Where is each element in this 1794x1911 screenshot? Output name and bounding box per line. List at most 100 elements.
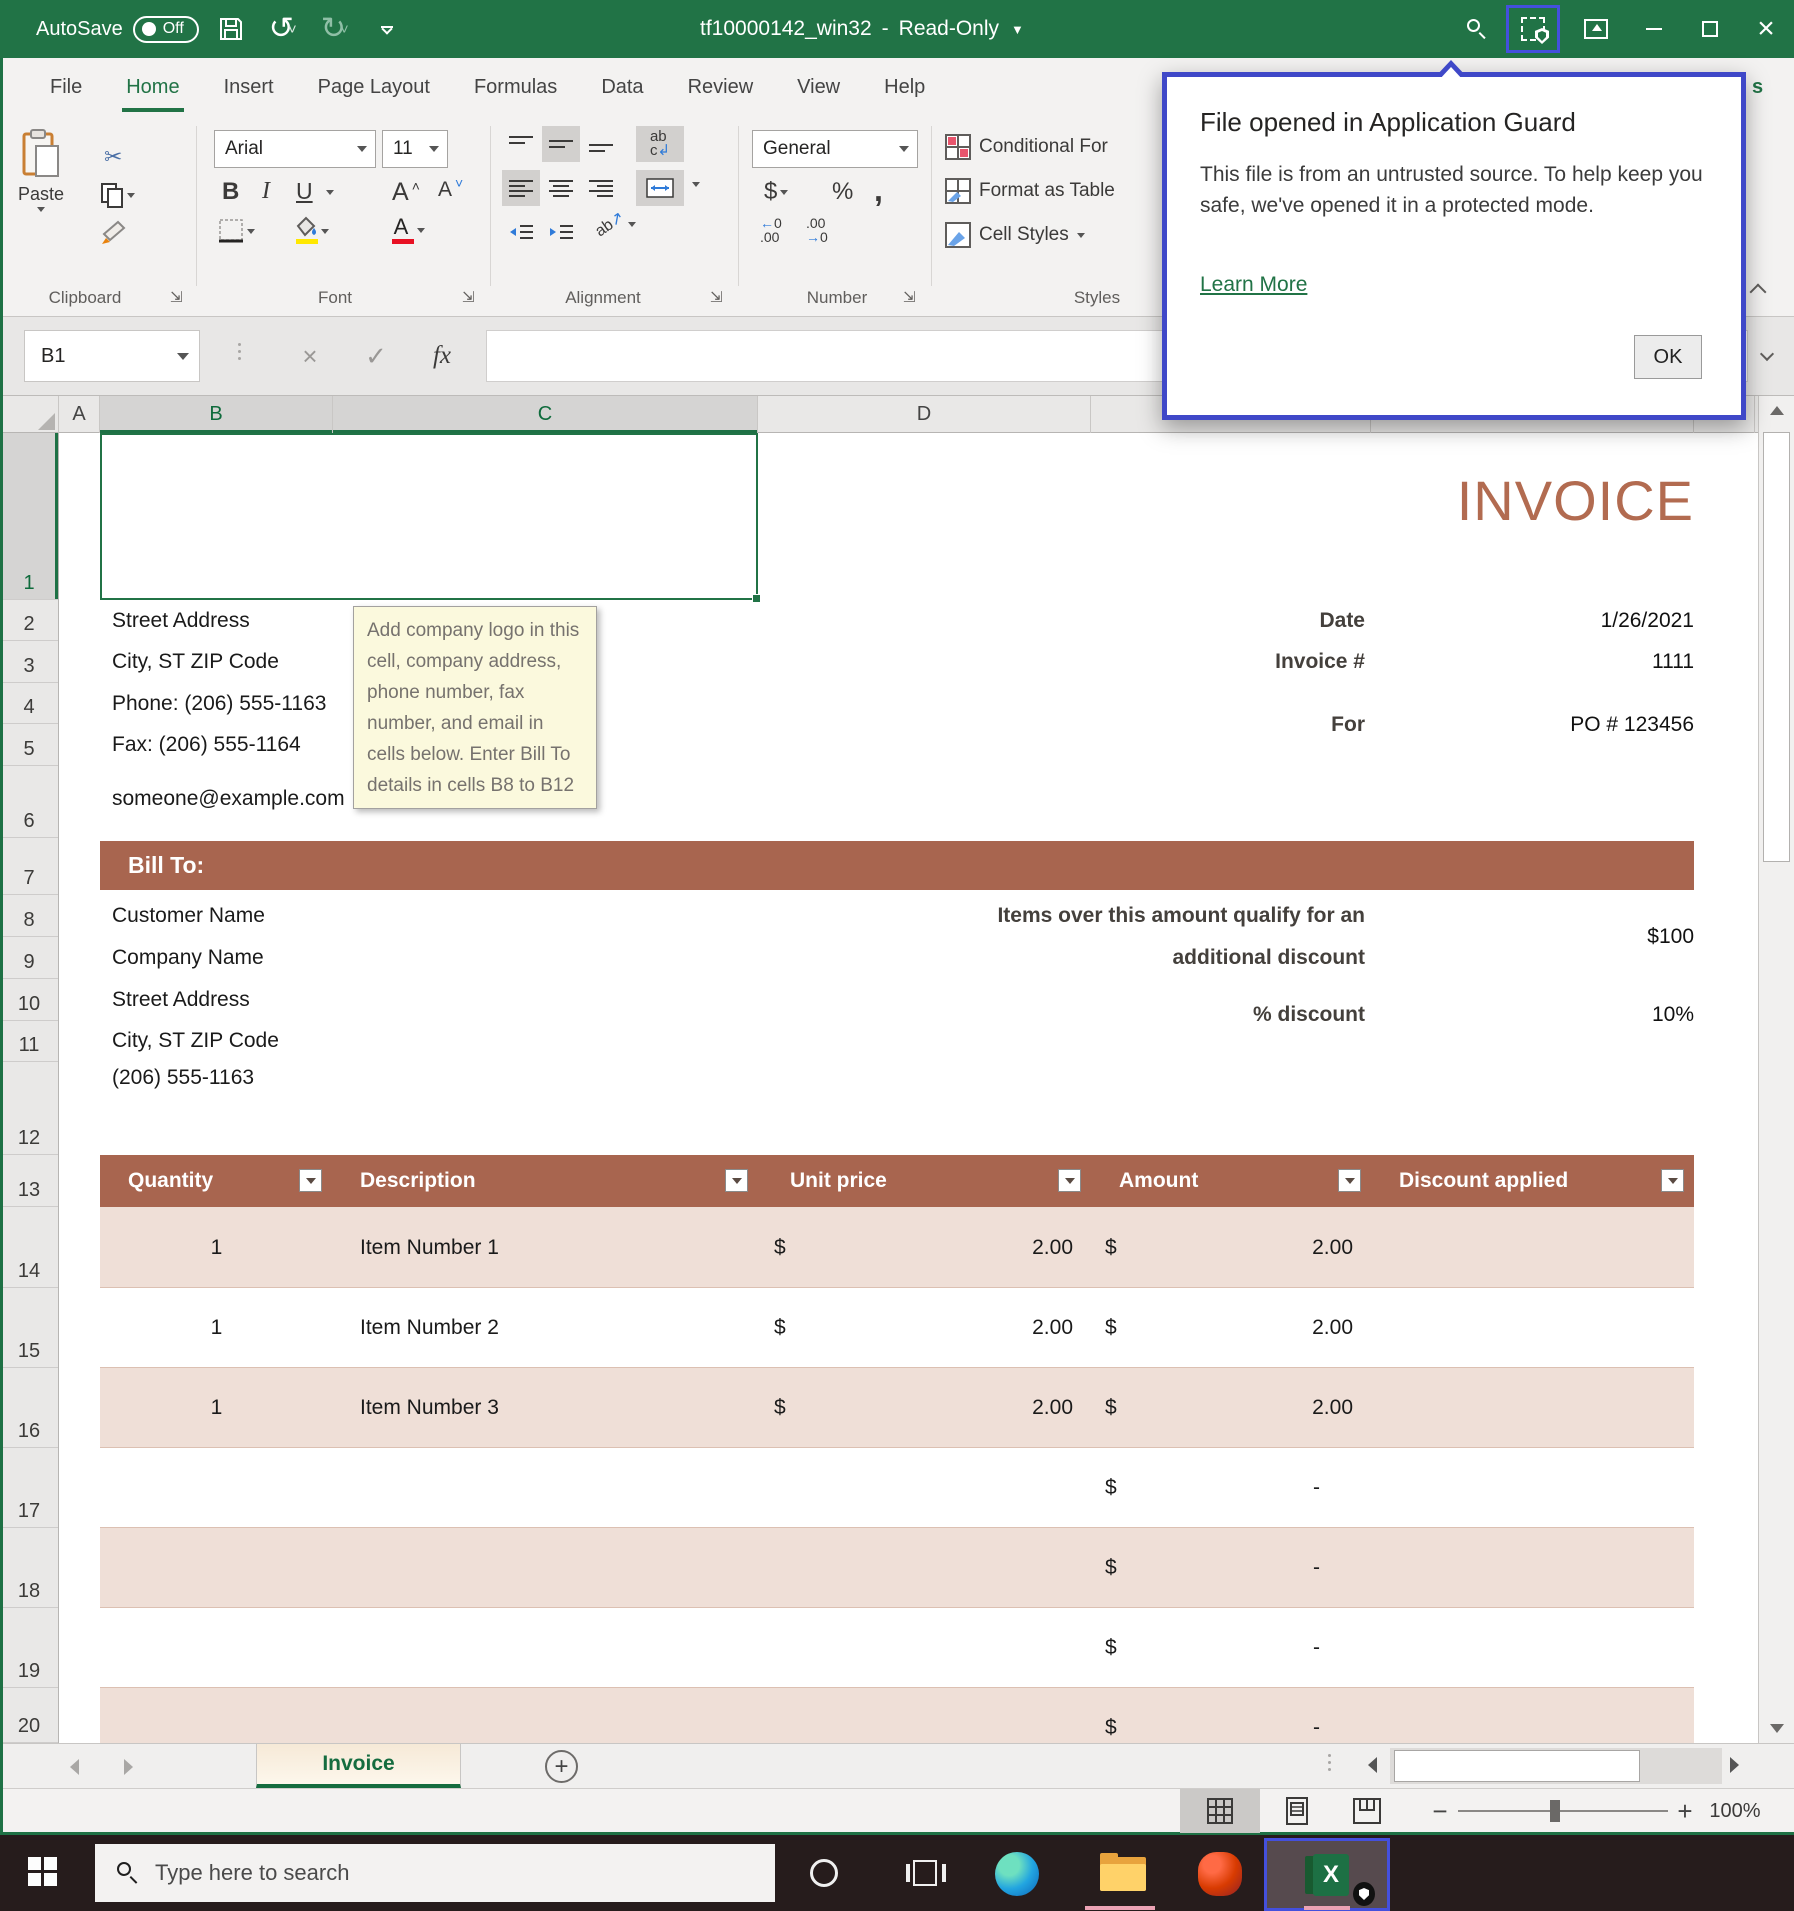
zoom-slider-thumb[interactable] bbox=[1550, 1800, 1560, 1822]
redo-button[interactable]: ↻ ˅ bbox=[315, 9, 355, 49]
application-guard-indicator[interactable] bbox=[1506, 5, 1560, 53]
cell-amount[interactable]: - bbox=[1100, 1688, 1320, 1743]
horizontal-scroll-thumb[interactable] bbox=[1394, 1750, 1640, 1782]
zoom-in-button[interactable]: + bbox=[1670, 1789, 1700, 1833]
align-middle-button[interactable] bbox=[542, 126, 580, 162]
tab-file[interactable]: File bbox=[28, 58, 104, 116]
maximize-button[interactable] bbox=[1682, 0, 1738, 58]
row-header-16[interactable]: 16 bbox=[0, 1368, 58, 1448]
normal-view-button[interactable] bbox=[1180, 1789, 1260, 1833]
undo-button[interactable]: ↺ ˅ bbox=[263, 9, 303, 49]
format-painter-button[interactable] bbox=[100, 220, 126, 246]
cell-description[interactable]: Item Number 1 bbox=[360, 1207, 499, 1288]
wrap-text-button[interactable]: ab c↲ bbox=[636, 126, 684, 162]
header-unit-price[interactable]: Unit price bbox=[790, 1155, 887, 1207]
row-header-13[interactable]: 13 bbox=[0, 1155, 58, 1207]
copy-button[interactable] bbox=[100, 182, 135, 208]
merge-center-button[interactable] bbox=[636, 170, 684, 206]
scroll-down-arrow-icon[interactable] bbox=[1770, 1724, 1784, 1733]
cell-bill-street[interactable]: Street Address bbox=[112, 979, 250, 1021]
cell-bill-city[interactable]: City, ST ZIP Code bbox=[112, 1020, 279, 1062]
decrease-font-button[interactable]: A ˅ bbox=[438, 175, 463, 202]
cell-unit-price[interactable]: 2.00 bbox=[760, 1288, 1073, 1368]
enter-button[interactable]: ✓ bbox=[348, 330, 404, 382]
underline-dropdown[interactable] bbox=[326, 190, 334, 195]
fill-handle[interactable] bbox=[752, 594, 761, 603]
header-description[interactable]: Description bbox=[360, 1155, 476, 1207]
align-left-button[interactable] bbox=[502, 170, 540, 206]
row-header-6[interactable]: 6 bbox=[0, 766, 58, 838]
expand-formula-bar-button[interactable] bbox=[1759, 346, 1775, 362]
sheet-tab-invoice[interactable]: Invoice bbox=[256, 1744, 461, 1788]
cell-amount[interactable]: - bbox=[1100, 1528, 1320, 1608]
cell-amount[interactable]: 2.00 bbox=[1038, 1207, 1353, 1288]
conditional-formatting-button[interactable]: Conditional For bbox=[945, 134, 1108, 160]
font-name-combo[interactable]: Arial bbox=[214, 130, 376, 168]
excel-taskbar-button[interactable]: X bbox=[1264, 1838, 1390, 1911]
header-discount-applied[interactable]: Discount applied bbox=[1399, 1155, 1568, 1207]
cell-amount[interactable]: 2.00 bbox=[1038, 1288, 1353, 1368]
cell-unit-price[interactable]: 2.00 bbox=[760, 1207, 1073, 1288]
italic-button[interactable]: I bbox=[262, 178, 270, 205]
filter-button-unit-price[interactable] bbox=[1058, 1169, 1081, 1192]
scroll-right-arrow-icon[interactable] bbox=[1730, 1757, 1739, 1773]
underline-button[interactable]: U bbox=[296, 178, 313, 205]
number-format-combo[interactable]: General bbox=[752, 130, 918, 168]
cell-amount[interactable]: - bbox=[1100, 1448, 1320, 1528]
row-header-12[interactable]: 12 bbox=[0, 1062, 58, 1155]
new-sheet-button[interactable]: + bbox=[545, 1750, 578, 1783]
tab-bar-splitter[interactable] bbox=[1328, 1754, 1331, 1771]
cell-discount-threshold[interactable]: $100 bbox=[1394, 916, 1694, 958]
align-center-button[interactable] bbox=[542, 170, 580, 206]
cell-company-email[interactable]: someone@example.com bbox=[112, 773, 345, 825]
page-break-preview-button[interactable] bbox=[1334, 1789, 1400, 1833]
tab-review[interactable]: Review bbox=[666, 58, 776, 116]
edge-browser-icon[interactable] bbox=[995, 1852, 1039, 1896]
row-header-8[interactable]: 8 bbox=[0, 895, 58, 937]
cell-amount[interactable]: 2.00 bbox=[1038, 1368, 1353, 1448]
customize-quick-access-button[interactable] bbox=[367, 9, 407, 49]
ribbon-display-options-button[interactable] bbox=[1584, 19, 1608, 39]
cell-discount-note-line1[interactable]: Items over this amount qualify for an bbox=[700, 895, 1365, 937]
row-header-10[interactable]: 10 bbox=[0, 979, 58, 1021]
autosave-toggle[interactable]: AutoSave Off bbox=[36, 15, 199, 43]
font-dialog-launcher[interactable]: ⇲ bbox=[462, 288, 478, 306]
page-layout-view-button[interactable] bbox=[1266, 1789, 1328, 1833]
header-amount[interactable]: Amount bbox=[1119, 1155, 1198, 1207]
alignment-dialog-launcher[interactable]: ⇲ bbox=[710, 288, 726, 306]
fill-color-button[interactable] bbox=[292, 216, 329, 246]
read-only-badge[interactable]: Read-Only bbox=[899, 17, 999, 41]
increase-indent-button[interactable] bbox=[542, 214, 580, 250]
row-header-4[interactable]: 4 bbox=[0, 683, 58, 724]
table-row[interactable]: 1 Item Number 3 $ 2.00 $ 2.00 bbox=[100, 1368, 1694, 1448]
cancel-button[interactable]: × bbox=[282, 330, 338, 382]
tab-view[interactable]: View bbox=[775, 58, 862, 116]
cell-qty[interactable]: 1 bbox=[100, 1288, 333, 1368]
column-header-C[interactable]: C bbox=[333, 396, 758, 433]
select-all-button[interactable] bbox=[0, 396, 59, 433]
cell-qty[interactable]: 1 bbox=[100, 1207, 333, 1288]
tab-data[interactable]: Data bbox=[579, 58, 665, 116]
increase-decimal-button[interactable]: ←0.00 bbox=[760, 216, 782, 244]
row-header-18[interactable]: 18 bbox=[0, 1528, 58, 1608]
row-header-2[interactable]: 2 bbox=[0, 600, 58, 641]
cell-amount[interactable]: - bbox=[1100, 1608, 1320, 1688]
row-header-7[interactable]: 7 bbox=[0, 838, 58, 895]
font-color-button[interactable]: A bbox=[388, 214, 425, 246]
row-header-14[interactable]: 14 bbox=[0, 1207, 58, 1288]
column-header-D[interactable]: D bbox=[758, 396, 1091, 433]
tab-help[interactable]: Help bbox=[862, 58, 947, 116]
table-row[interactable]: $ - bbox=[100, 1688, 1694, 1743]
zoom-slider[interactable] bbox=[1458, 1810, 1668, 1812]
filter-button-quantity[interactable] bbox=[299, 1169, 322, 1192]
font-size-combo[interactable]: 11 bbox=[382, 130, 448, 168]
cell-for-label[interactable]: For bbox=[1000, 704, 1365, 746]
taskbar-search-input[interactable]: Type here to search bbox=[95, 1844, 775, 1902]
table-row[interactable]: $ - bbox=[100, 1448, 1694, 1528]
cell-bill-phone[interactable]: (206) 555-1163 bbox=[112, 1057, 254, 1099]
merge-dropdown[interactable] bbox=[692, 182, 700, 187]
row-header-19[interactable]: 19 bbox=[0, 1608, 58, 1688]
task-view-icon[interactable] bbox=[906, 1860, 946, 1887]
office-app-icon[interactable] bbox=[1198, 1852, 1242, 1896]
column-header-B[interactable]: B bbox=[100, 396, 333, 433]
